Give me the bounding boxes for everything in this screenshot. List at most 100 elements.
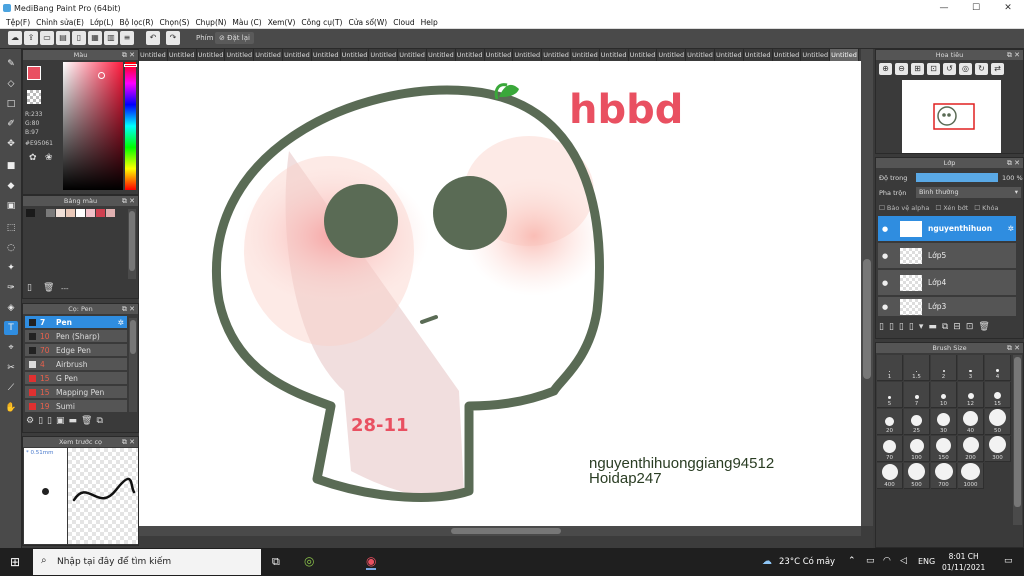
visibility-icon[interactable]: ● xyxy=(878,252,892,260)
brush-tool-icon[interactable]: ✎ xyxy=(4,57,18,71)
panel-close-icon[interactable]: ⧉ ✕ xyxy=(122,437,135,447)
brush-size-cell[interactable]: 4 xyxy=(985,355,1011,381)
hue-slider-handle[interactable] xyxy=(124,64,137,67)
clock[interactable]: 8:01 CH 01/11/2021 xyxy=(942,551,985,573)
upload-icon[interactable]: ⇪ xyxy=(24,31,38,45)
brush-size-cell[interactable]: 70 xyxy=(877,436,903,462)
select-tool-icon[interactable]: ⬚ xyxy=(4,221,18,235)
brush-item[interactable]: 19 Sumi xyxy=(25,400,127,413)
delete-layer-icon[interactable]: 🗑 xyxy=(978,322,989,332)
horizontal-scroll-thumb[interactable] xyxy=(451,528,561,534)
eraser-tool-icon[interactable]: ◇ xyxy=(4,77,18,91)
delete-palette-icon[interactable]: 🗑 xyxy=(43,283,54,293)
brush-size-cell[interactable]: 12 xyxy=(958,382,984,408)
brush-item[interactable]: 4 Airbrush xyxy=(25,358,127,371)
windows-start-icon[interactable]: ⊞ xyxy=(10,555,20,569)
drawing-canvas[interactable]: hbbd 28-11 nguyenthihuonggiang94512 Hoid… xyxy=(139,61,861,526)
redo-icon[interactable]: ↷ xyxy=(166,31,180,45)
grid-icon[interactable]: ▦ xyxy=(88,31,102,45)
document-tab[interactable]: Untitled xyxy=(254,49,283,61)
panel-close-icon[interactable]: ⧉ ✕ xyxy=(1007,343,1020,353)
color-picker-cursor[interactable] xyxy=(98,72,105,79)
menu-select[interactable]: Chọn(S) xyxy=(156,18,192,27)
taskbar-search-box[interactable]: ⌕ Nhập tại đây để tìm kiếm xyxy=(33,549,261,575)
document-tab[interactable]: Untitled xyxy=(225,49,255,61)
navigator-thumbnail[interactable] xyxy=(902,80,1001,153)
document-tab[interactable]: Untitled xyxy=(456,49,485,61)
brush-item[interactable]: 15 Mapping Pen xyxy=(25,386,127,399)
hand-tool-icon[interactable]: ✋ xyxy=(4,401,18,415)
palette-swatch[interactable] xyxy=(66,209,75,217)
tray-chevron-icon[interactable]: ⌃ xyxy=(848,556,856,566)
document-tab[interactable]: Untitled xyxy=(398,49,427,61)
new-layer-icon[interactable]: ▯ xyxy=(879,322,884,332)
gear-icon[interactable]: ✲ xyxy=(1008,224,1014,233)
brush-size-cell[interactable]: 7 xyxy=(904,382,930,408)
brush-size-cell[interactable]: 200 xyxy=(958,436,984,462)
saturation-value-picker[interactable] xyxy=(63,62,123,190)
select-eraser-icon[interactable]: ◈ xyxy=(4,301,18,315)
menu-edit[interactable]: Chỉnh sửa(E) xyxy=(33,18,87,27)
document-tab[interactable]: Untitled xyxy=(427,49,456,61)
brush-size-scrollbar[interactable] xyxy=(1013,355,1022,525)
document-tab[interactable]: Untitled xyxy=(715,49,744,61)
layer-item[interactable]: ● Lớp5 xyxy=(878,243,1016,269)
palette-swatch[interactable] xyxy=(86,209,95,217)
document-tab[interactable]: Untitled xyxy=(801,49,831,61)
layer-item[interactable]: ● Lớp3 xyxy=(878,297,1016,317)
operation-tool-icon[interactable]: ⌖ xyxy=(4,341,18,355)
page-icon[interactable]: ▯ xyxy=(72,31,86,45)
hue-slider[interactable] xyxy=(124,62,137,190)
eyedropper-icon[interactable]: ⟋ xyxy=(4,381,18,395)
brush-size-cell[interactable]: 1000 xyxy=(958,463,984,489)
duplicate-layer-icon[interactable]: ⧉ xyxy=(942,322,948,332)
document-tab[interactable]: Untitled xyxy=(773,49,802,61)
menu-window[interactable]: Cửa sổ(W) xyxy=(345,18,390,27)
fill-rect-icon[interactable]: ■ xyxy=(4,159,18,173)
menu-filter[interactable]: Bộ lọc(R) xyxy=(117,18,157,27)
panel-icon[interactable]: ▥ xyxy=(104,31,118,45)
wifi-icon[interactable]: ◠ xyxy=(883,556,891,566)
brush-size-cell[interactable]: 3 xyxy=(958,355,984,381)
maximize-button[interactable]: ☐ xyxy=(960,0,992,16)
palette-swatch[interactable] xyxy=(26,209,35,217)
document-tab[interactable]: Untitled xyxy=(197,49,226,61)
palette-swatch[interactable] xyxy=(36,209,45,217)
menu-help[interactable]: Help xyxy=(418,18,441,27)
rotate-left-icon[interactable]: ↺ xyxy=(943,63,956,75)
comment-icon[interactable]: ▤ xyxy=(56,31,70,45)
weather-text[interactable]: 23°C Có mây xyxy=(779,557,835,567)
gear-icon[interactable]: ✲ xyxy=(118,318,124,327)
vertical-scroll-thumb[interactable] xyxy=(863,259,871,379)
brush-size-cell[interactable]: 50 xyxy=(985,409,1011,435)
protect-alpha-checkbox[interactable]: ☐ Bảo vệ alpha xyxy=(879,204,929,212)
layer-property-icon[interactable]: ⊡ xyxy=(966,322,974,332)
list-icon[interactable]: ≡ xyxy=(120,31,134,45)
background-color-swatch[interactable] xyxy=(27,90,41,104)
cloud-icon[interactable]: ☁ xyxy=(8,31,22,45)
brush-item[interactable]: 15 G Pen xyxy=(25,372,127,385)
app-taskbar-icon[interactable]: ◎ xyxy=(304,554,314,568)
lock-checkbox[interactable]: ☐ Khóa xyxy=(974,204,998,212)
magic-wand-icon[interactable]: ✦ xyxy=(4,261,18,275)
canvas-horizontal-scrollbar[interactable] xyxy=(139,526,861,536)
volume-icon[interactable]: ◁ xyxy=(900,556,907,566)
brush-copy-icon[interactable]: ▯ xyxy=(47,416,52,426)
palette-icon[interactable]: ✿ xyxy=(29,153,37,163)
minimize-button[interactable]: — xyxy=(928,0,960,16)
merge-layer-icon[interactable]: ⊟ xyxy=(953,322,961,332)
panel-close-icon[interactable]: ⧉ ✕ xyxy=(122,50,135,60)
brush-new-icon[interactable]: ▯ xyxy=(38,416,43,426)
menu-view[interactable]: Xem(V) xyxy=(265,18,299,27)
new-1bit-layer-icon[interactable]: ▯ xyxy=(909,322,914,332)
panel-close-icon[interactable]: ⧉ ✕ xyxy=(122,304,135,314)
panel-close-icon[interactable]: ⧉ ✕ xyxy=(122,196,135,206)
brush-size-cell[interactable]: 150 xyxy=(931,436,957,462)
notification-icon[interactable]: ▭ xyxy=(1004,556,1013,566)
new-palette-icon[interactable]: ▯ xyxy=(27,283,32,293)
brush-size-cell[interactable]: 2 xyxy=(931,355,957,381)
palette-swatch[interactable] xyxy=(56,209,65,217)
document-tab[interactable]: Untitled xyxy=(830,49,859,61)
brush-size-cell[interactable]: 1.5 xyxy=(904,355,930,381)
bucket-tool-icon[interactable]: ◆ xyxy=(4,179,18,193)
